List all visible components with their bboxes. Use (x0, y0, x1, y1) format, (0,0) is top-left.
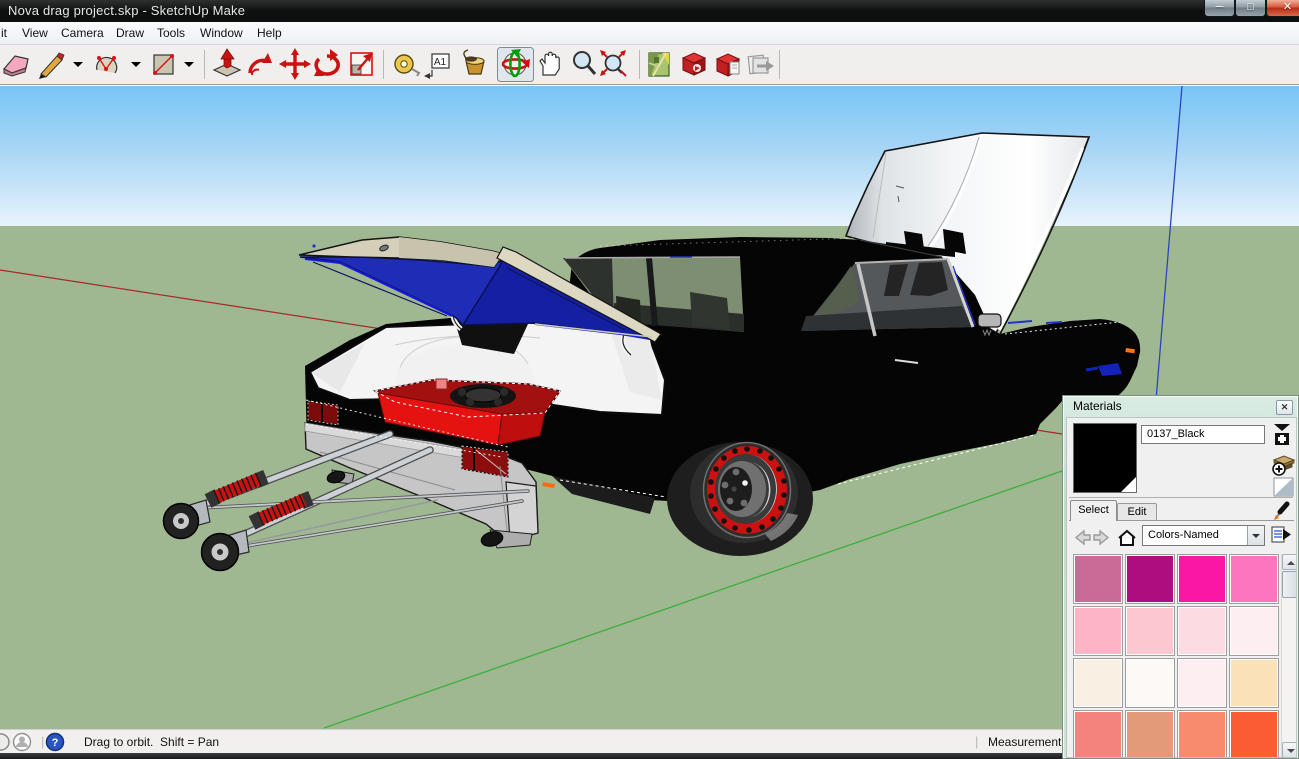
svg-text:A1: A1 (434, 57, 447, 68)
svg-text:?: ? (52, 737, 59, 749)
